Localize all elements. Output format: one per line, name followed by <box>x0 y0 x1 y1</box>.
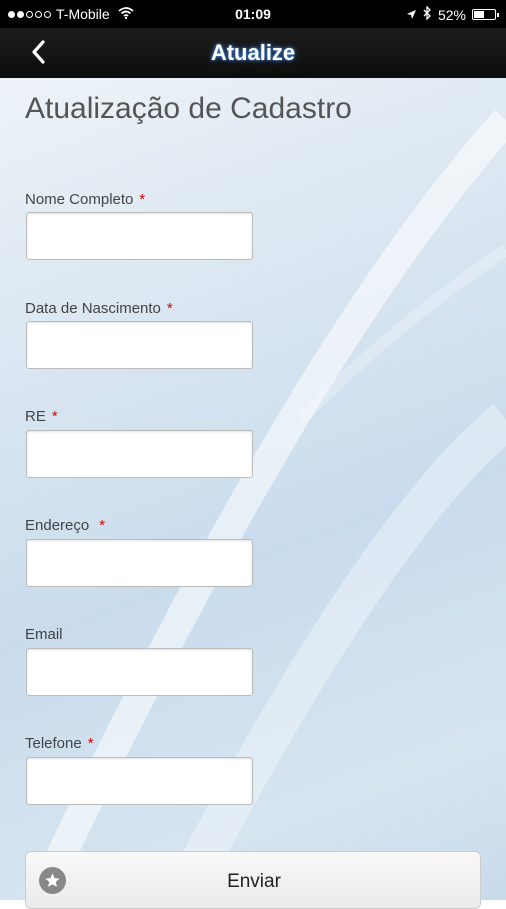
field-label-text: Telefone <box>25 735 82 752</box>
email-input[interactable] <box>26 648 253 696</box>
battery-level <box>474 11 485 18</box>
field-label-text: RE <box>25 408 46 425</box>
bluetooth-icon <box>423 5 432 23</box>
battery-percent: 52% <box>437 6 466 23</box>
status-bar: T-Mobile 01:09 52% <box>0 0 506 28</box>
navigation-bar: Atualize <box>0 28 506 78</box>
field-label-nome: Nome Completo * <box>25 191 145 208</box>
field-label-text: Nome Completo <box>25 191 134 208</box>
required-marker: * <box>139 191 146 208</box>
status-right: 52% <box>406 5 499 23</box>
telefone-input[interactable] <box>26 757 253 805</box>
data-nascimento-input[interactable] <box>26 321 253 369</box>
location-arrow-icon <box>406 7 417 23</box>
re-input[interactable] <box>26 430 253 478</box>
field-label-nascimento: Data de Nascimento * <box>25 300 173 317</box>
field-label-endereco: Endereço * <box>25 517 105 534</box>
required-marker: * <box>87 735 94 752</box>
field-label-text: Email <box>25 626 63 643</box>
battery-icon <box>472 9 499 20</box>
nav-title: Atualize <box>210 40 296 65</box>
required-marker: * <box>99 517 106 534</box>
field-label-text: Data de Nascimento <box>25 300 161 317</box>
field-label-telefone: Telefone * <box>25 735 94 752</box>
submit-label: Enviar <box>227 871 281 892</box>
submit-button[interactable]: Enviar <box>25 851 481 909</box>
required-marker: * <box>51 408 58 425</box>
required-marker: * <box>166 300 173 317</box>
field-label-text: Endereço <box>25 517 90 534</box>
field-label-email: Email <box>25 626 63 643</box>
page-title: Atualização de Cadastro <box>25 92 352 125</box>
nome-completo-input[interactable] <box>26 212 253 260</box>
endereco-input[interactable] <box>26 539 253 587</box>
field-label-re: RE * <box>25 408 58 425</box>
